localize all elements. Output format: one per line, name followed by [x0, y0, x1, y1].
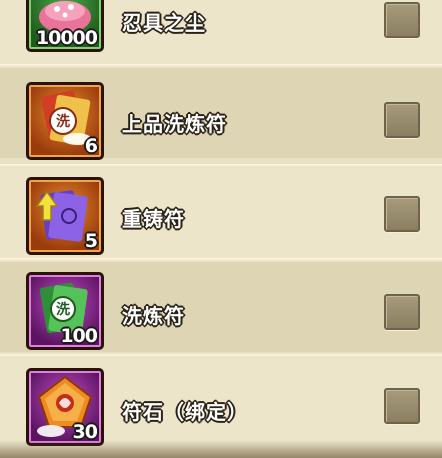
- item-name: 洗炼符: [122, 304, 185, 328]
- svg-text:洗: 洗: [56, 301, 70, 318]
- item-quantity: 10000: [35, 27, 98, 49]
- item-name: 符石（绑定）: [122, 400, 248, 424]
- item-checkbox[interactable]: [384, 294, 420, 330]
- item-checkbox[interactable]: [384, 2, 420, 38]
- item-checkbox[interactable]: [384, 388, 420, 424]
- item-icon-frame: 洗 6: [26, 82, 104, 160]
- bottom-border-decoration: [0, 440, 442, 458]
- list-item[interactable]: 30 符石（绑定）: [0, 358, 442, 448]
- item-icon-frame: 30: [26, 368, 104, 446]
- item-icon-frame: 10000: [26, 0, 104, 52]
- item-icon-frame: 5: [26, 177, 104, 255]
- list-item[interactable]: 5 重铸符: [0, 168, 442, 258]
- item-name: 重铸符: [122, 207, 185, 231]
- item-icon-frame: 洗 100: [26, 272, 104, 350]
- item-quantity: 100: [60, 325, 98, 347]
- list-item[interactable]: 10000 忍具之尘: [0, 0, 442, 64]
- item-checkbox[interactable]: [384, 102, 420, 138]
- item-quantity: 5: [84, 230, 98, 252]
- list-item[interactable]: 洗 100 洗炼符: [0, 262, 442, 352]
- item-checkbox[interactable]: [384, 196, 420, 232]
- list-item[interactable]: 洗 6 上品洗炼符: [0, 68, 442, 160]
- item-quantity: 6: [84, 135, 98, 157]
- item-name: 上品洗炼符: [122, 112, 227, 136]
- svg-text:洗: 洗: [56, 113, 70, 130]
- item-name: 忍具之尘: [122, 11, 206, 35]
